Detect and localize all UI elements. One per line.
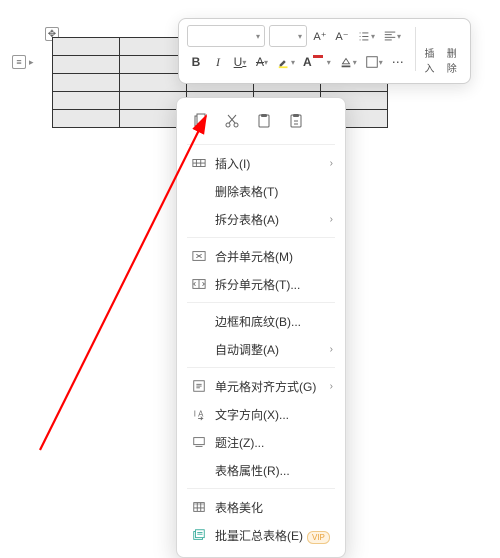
menu-label: 拆分表格(A): [209, 211, 330, 228]
menu-insert[interactable]: 插入(I) ›: [177, 149, 345, 177]
menu-separator: [187, 488, 335, 489]
text-direction-icon: IA: [189, 407, 209, 421]
table-cell[interactable]: [53, 92, 120, 110]
menu-label: 单元格对齐方式(G): [209, 378, 330, 395]
outline-toggle[interactable]: ≡: [12, 55, 26, 69]
table-cell[interactable]: [120, 56, 187, 74]
beautify-icon: [189, 500, 209, 514]
bold-button[interactable]: B: [187, 51, 205, 73]
insert-row-icon: [189, 156, 209, 170]
vip-badge: VIP: [307, 531, 330, 544]
chevron-right-icon: ›: [330, 214, 333, 225]
merge-icon: [189, 249, 209, 263]
chevron-down-icon: ▾: [371, 32, 375, 41]
svg-text:I: I: [194, 410, 196, 419]
menu-batch-summary[interactable]: 批量汇总表格(E)VIP: [177, 521, 345, 549]
table-cell[interactable]: [120, 74, 187, 92]
chevron-down-icon: ▾: [397, 32, 401, 41]
menu-borders-shading[interactable]: 边框和底纹(B)...: [177, 307, 345, 335]
menu-table-beautify[interactable]: 表格美化: [177, 493, 345, 521]
toolbar-separator: [415, 27, 416, 71]
table-cell[interactable]: [53, 38, 120, 56]
menu-label: 边框和底纹(B)...: [209, 313, 333, 330]
table-context-menu: 插入(I) › 删除表格(T) 拆分表格(A) › 合并单元格(M) 拆分单元格…: [176, 97, 346, 558]
chevron-down-icon: ▾: [291, 58, 295, 67]
menu-label: 插入(I): [209, 155, 330, 172]
chevron-down-icon: ▾: [327, 58, 331, 67]
chevron-down-icon: ▾: [264, 58, 268, 67]
chevron-down-icon: ▾: [242, 58, 246, 67]
table-cell[interactable]: [120, 38, 187, 56]
menu-separator: [187, 144, 335, 145]
menu-label: 题注(Z)...: [209, 434, 333, 451]
menu-label: 表格属性(R)...: [209, 462, 333, 479]
border-button[interactable]: ▾: [363, 51, 385, 73]
menu-table-properties[interactable]: 表格属性(R)...: [177, 456, 345, 484]
split-icon: [189, 277, 209, 291]
chevron-down-icon: ▾: [298, 32, 302, 41]
paste-button[interactable]: [255, 112, 273, 130]
menu-split-cells[interactable]: 拆分单元格(T)...: [177, 270, 345, 298]
font-color-button[interactable]: A▾: [301, 51, 333, 73]
align-button[interactable]: ▾: [381, 25, 403, 47]
chevron-right-icon: ›: [330, 344, 333, 355]
menu-separator: [187, 302, 335, 303]
chevron-right-icon: ›: [330, 158, 333, 169]
menu-separator: [187, 367, 335, 368]
menu-text-direction[interactable]: IA 文字方向(X)...: [177, 400, 345, 428]
insert-button[interactable]: 插入: [423, 25, 439, 77]
font-name-select[interactable]: ▾: [187, 25, 265, 47]
copy-button[interactable]: [191, 112, 209, 130]
batch-icon: [189, 528, 209, 542]
menu-delete-table[interactable]: 删除表格(T): [177, 177, 345, 205]
chevron-down-icon: ▾: [379, 58, 383, 67]
menu-label: 表格美化: [209, 499, 333, 516]
menu-cell-align[interactable]: 单元格对齐方式(G) ›: [177, 372, 345, 400]
insert-label: 插入: [424, 45, 438, 75]
menu-label: 合并单元格(M): [209, 248, 333, 265]
underline-button[interactable]: U▾: [231, 51, 249, 73]
menu-separator: [187, 237, 335, 238]
menu-merge-cells[interactable]: 合并单元格(M): [177, 242, 345, 270]
highlight-button[interactable]: ▾: [275, 51, 297, 73]
more-button[interactable]: ⋯: [389, 51, 407, 73]
chevron-down-icon: ▾: [256, 32, 260, 41]
table-cell[interactable]: [53, 56, 120, 74]
list-button[interactable]: ▾: [355, 25, 377, 47]
menu-label: 删除表格(T): [209, 183, 333, 200]
delete-button[interactable]: 删除: [446, 25, 462, 77]
menu-label: 自动调整(A): [209, 341, 330, 358]
outline-icon: ≡: [16, 57, 21, 67]
menu-autofit[interactable]: 自动调整(A) ›: [177, 335, 345, 363]
fill-button[interactable]: ▾: [337, 51, 359, 73]
chevron-right-icon: ▸: [29, 57, 34, 68]
increase-font-button[interactable]: A⁺: [311, 25, 329, 47]
font-size-select[interactable]: ▾: [269, 25, 307, 47]
menu-label: 文字方向(X)...: [209, 406, 333, 423]
menu-caption[interactable]: 题注(Z)...: [177, 428, 345, 456]
delete-label: 删除: [447, 45, 461, 75]
paste-special-button[interactable]: [287, 112, 305, 130]
decrease-font-button[interactable]: A⁻: [333, 25, 351, 47]
strike-button[interactable]: A▾: [253, 51, 271, 73]
table-cell[interactable]: [53, 110, 120, 128]
chevron-down-icon: ▾: [353, 58, 357, 67]
italic-button[interactable]: I: [209, 51, 227, 73]
menu-split-table[interactable]: 拆分表格(A) ›: [177, 205, 345, 233]
cut-button[interactable]: [223, 112, 241, 130]
align-icon: [189, 379, 209, 393]
mini-toolbar: ▾ ▾ A⁺ A⁻ ▾ ▾ B I U▾ A▾ ▾ A▾ ▾ ▾ ⋯ 插入 删除: [178, 18, 471, 84]
menu-label: 批量汇总表格(E)VIP: [209, 527, 333, 544]
caption-icon: [189, 435, 209, 449]
table-cell[interactable]: [53, 74, 120, 92]
menu-label: 拆分单元格(T)...: [209, 276, 333, 293]
chevron-right-icon: ›: [330, 381, 333, 392]
